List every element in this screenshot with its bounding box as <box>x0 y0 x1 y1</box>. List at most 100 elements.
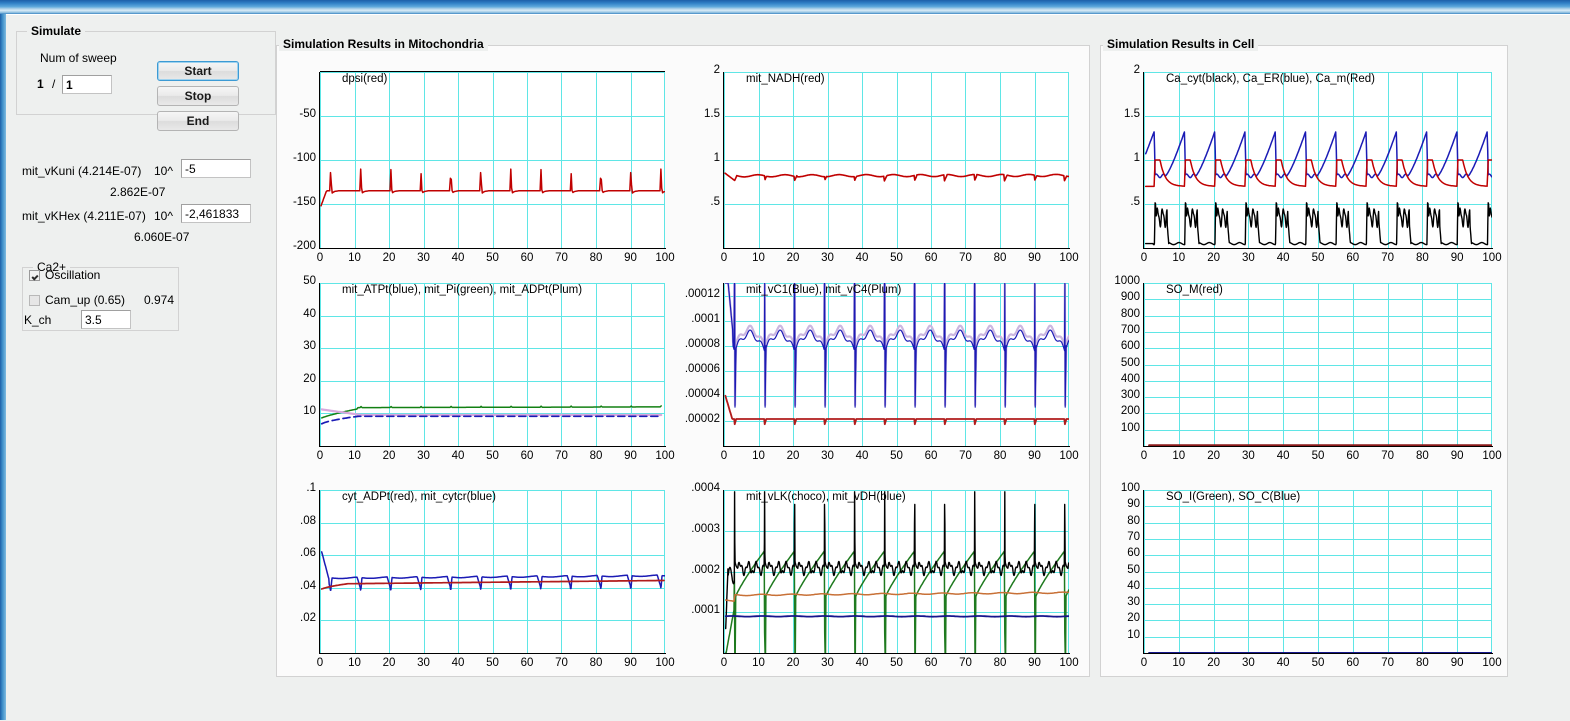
end-button[interactable]: End <box>157 111 239 131</box>
chart-xtick-cyt_adp: 0 <box>316 657 324 669</box>
sweep-total-input[interactable] <box>62 75 112 94</box>
chart-plot-area-so_m <box>1144 283 1492 446</box>
chart-y-axis-so_ic <box>1143 490 1144 654</box>
chart-xtick-dpsi: 40 <box>451 252 465 264</box>
chart-xtick-mit_vc: 40 <box>855 450 869 462</box>
chart-x-axis-ca_cell <box>1143 248 1493 249</box>
chart-plot-area-mit_vlk <box>724 490 1069 653</box>
simulate-group-label: Simulate <box>27 24 86 38</box>
oscillation-label: Oscillation <box>45 268 101 282</box>
cam-up-checkbox[interactable] <box>29 294 40 306</box>
sweep-separator: / <box>52 77 56 91</box>
chart-ytick-so_m: 500 <box>1120 356 1140 369</box>
chart-xtick-so_m: 100 <box>1482 450 1502 462</box>
chart-xtick-so_ic: 100 <box>1482 657 1502 669</box>
chart-xtick-mit_vlk: 20 <box>786 657 800 669</box>
chart-y-axis-dpsi <box>319 72 320 249</box>
chart-plot-area-so_ic <box>1144 490 1492 653</box>
chart-xtick-mit_nadh: 30 <box>821 252 834 264</box>
chart-ytick-mit_vc: .00004 <box>684 387 720 400</box>
chart-y-axis-mit_vc <box>723 283 724 447</box>
chart-xtick-mit_nadh: 10 <box>752 252 765 264</box>
chart-ytick-cyt_adp: .02 <box>300 612 316 625</box>
chart-ytick-mit_nadh: 2 <box>713 64 720 76</box>
chart-xtick-so_ic: 0 <box>1140 657 1148 669</box>
chart-xtick-dpsi: 70 <box>555 252 568 264</box>
cell-panel-title: Simulation Results in Cell <box>1103 37 1259 51</box>
chart-xtick-mit_vc: 0 <box>720 450 728 462</box>
chart-y-axis-mit_vlk <box>723 490 724 654</box>
chart-xtick-dpsi: 100 <box>655 252 675 264</box>
chart-xtick-dpsi: 80 <box>589 252 603 264</box>
chart-xtick-mit_vlk: 10 <box>752 657 765 669</box>
chart-xtick-dpsi: 20 <box>382 252 396 264</box>
chart-xtick-mit_vlk: 100 <box>1059 657 1079 669</box>
cam-up-checkbox-row[interactable]: Cam_up (0.65) <box>29 293 125 307</box>
chart-plot-area-dpsi <box>320 72 665 248</box>
chart-ytick-mit_vc: .00008 <box>684 337 720 350</box>
chart-xtick-cyt_adp: 20 <box>382 657 396 669</box>
chart-ytick-so_ic: 100 <box>1120 482 1140 494</box>
chart-xtick-mit_atp: 10 <box>348 450 361 462</box>
chart-xtick-ca_cell: 80 <box>1415 252 1429 264</box>
chart-xtick-dpsi: 0 <box>316 252 324 264</box>
chart-ytick-dpsi: -100 <box>292 152 316 164</box>
chart-xtick-so_m: 0 <box>1140 450 1148 462</box>
chart-xtick-mit_nadh: 70 <box>959 252 972 264</box>
chart-xtick-cyt_adp: 70 <box>555 657 568 669</box>
cam-up-label: Cam_up (0.65) <box>45 293 126 307</box>
chart-ytick-mit_nadh: 1 <box>713 152 720 164</box>
chart-xtick-so_m: 30 <box>1241 450 1255 462</box>
chart-xtick-mit_vlk: 90 <box>1028 657 1041 669</box>
chart-xtick-mit_vc: 20 <box>786 450 800 462</box>
vkhex-power-label: 10^ <box>154 209 173 223</box>
chart-xtick-dpsi: 30 <box>417 252 430 264</box>
chart-ytick-so_ic: 30 <box>1127 596 1140 609</box>
num-of-sweep-label: Num of sweep <box>40 51 117 65</box>
chart-xtick-mit_vc: 60 <box>924 450 938 462</box>
chart-xtick-cyt_adp: 90 <box>624 657 637 669</box>
vkuni-label: mit_vKuni (4.214E-07) <box>22 164 142 178</box>
chart-xtick-ca_cell: 0 <box>1140 252 1148 264</box>
chart-xtick-so_ic: 90 <box>1450 657 1464 669</box>
vkhex-exponent-input[interactable] <box>181 204 251 223</box>
chart-xtick-so_ic: 50 <box>1311 657 1325 669</box>
chart-xtick-mit_vlk: 0 <box>720 657 728 669</box>
chart-xtick-mit_nadh: 40 <box>855 252 869 264</box>
chart-ytick-mit_vlk: .0003 <box>691 522 720 535</box>
chart-ytick-so_ic: 80 <box>1127 514 1140 527</box>
start-button[interactable]: Start <box>157 61 239 81</box>
chart-y-axis-mit_nadh <box>723 72 724 249</box>
chart-ytick-so_m: 300 <box>1120 389 1140 402</box>
chart-xtick-mit_vlk: 60 <box>924 657 938 669</box>
chart-ytick-so_m: 400 <box>1120 372 1140 385</box>
chart-xtick-mit_atp: 60 <box>520 450 534 462</box>
cam-up-value: 0.974 <box>144 293 175 307</box>
chart-xtick-mit_nadh: 50 <box>890 252 903 264</box>
chart-ytick-ca_cell: .5 <box>1130 196 1140 208</box>
chart-xtick-cyt_adp: 60 <box>520 657 534 669</box>
kch-input[interactable] <box>81 310 131 329</box>
chart-xtick-mit_nadh: 100 <box>1059 252 1079 264</box>
chart-y-axis-so_m <box>1143 283 1144 447</box>
chart-xtick-cyt_adp: 50 <box>486 657 499 669</box>
vkuni-exponent-input[interactable] <box>181 159 251 178</box>
chart-series-mit_nadh <box>724 172 1069 182</box>
chart-xtick-mit_atp: 0 <box>316 450 324 462</box>
chart-ytick-cyt_adp: .1 <box>306 482 316 494</box>
chart-ytick-so_m: 600 <box>1120 340 1140 353</box>
chart-xtick-mit_atp: 90 <box>624 450 637 462</box>
chart-xtick-ca_cell: 100 <box>1482 252 1502 264</box>
chart-xtick-cyt_adp: 30 <box>417 657 430 669</box>
chart-xtick-so_m: 50 <box>1311 450 1325 462</box>
chart-ytick-so_ic: 50 <box>1127 563 1140 576</box>
chart-top-rule-dpsi <box>320 71 665 72</box>
chart-xtick-mit_atp: 100 <box>655 450 675 462</box>
stop-button[interactable]: Stop <box>157 86 239 106</box>
chart-ytick-so_m: 900 <box>1120 291 1140 304</box>
chart-xtick-ca_cell: 20 <box>1207 252 1220 264</box>
oscillation-checkbox[interactable] <box>29 269 40 281</box>
chart-ytick-cyt_adp: .08 <box>300 514 316 527</box>
chart-ytick-ca_cell: 1 <box>1133 152 1140 164</box>
oscillation-checkbox-row[interactable]: Oscillation <box>29 268 100 282</box>
